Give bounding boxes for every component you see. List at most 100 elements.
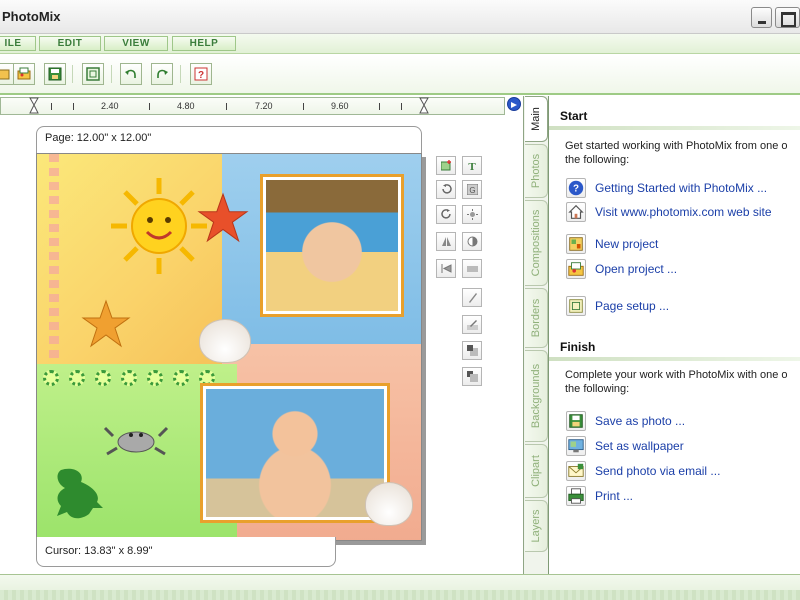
grayscale-icon: G [467, 184, 478, 195]
flower-icon [69, 370, 85, 386]
undo-button[interactable] [120, 63, 142, 85]
tab-clipart[interactable]: Clipart [525, 444, 548, 498]
title-bar: PhotoMix [0, 0, 800, 34]
tab-borders-label: Borders [530, 298, 542, 338]
edit-icon [467, 320, 478, 330]
tab-photos-label: Photos [530, 153, 542, 189]
add-photo-tool-button[interactable] [436, 156, 456, 175]
page-setup-label: Page setup ... [595, 299, 670, 313]
right-margin-marker-icon[interactable] [419, 97, 429, 115]
page-frame-button[interactable] [82, 63, 104, 85]
tab-layers-label: Layers [530, 509, 542, 543]
ruler-tick [73, 103, 74, 110]
seashell-clipart-icon[interactable] [199, 319, 251, 363]
ruler-label: 2.40 [101, 101, 119, 111]
start-section-title: Start [560, 109, 588, 123]
brightness-tool-button[interactable] [462, 205, 482, 224]
toolbar-separator [72, 65, 73, 83]
ruler-label: 4.80 [177, 101, 195, 111]
gecko-silhouette-icon[interactable] [51, 464, 107, 524]
finish-description-line2: the following: [565, 383, 630, 395]
flower-icon [121, 370, 137, 386]
save-button[interactable] [44, 63, 66, 85]
send-back-tool-button[interactable] [462, 367, 482, 386]
tab-clipart-label: Clipart [530, 455, 542, 487]
photo-frame-bottom[interactable] [200, 383, 390, 523]
cursor-position-label: Cursor: 13.83" x 8.99" [36, 537, 336, 567]
blur-tool-button[interactable] [462, 259, 482, 278]
vertical-tab-strip: Main Photos Compositions Borders Backgro… [523, 96, 548, 574]
rotate-right-icon [441, 209, 451, 219]
flip-tool-button[interactable] [436, 232, 456, 251]
sharpen-tool-button[interactable] [462, 288, 482, 307]
tab-borders[interactable]: Borders [525, 288, 548, 348]
new-project-label: New project [595, 237, 659, 251]
help-icon: ? [194, 67, 208, 81]
tab-backgrounds[interactable]: Backgrounds [525, 350, 548, 442]
page-size-label: Page: 12.00" x 12.00" [36, 126, 422, 156]
menu-view[interactable]: VIEW [104, 36, 168, 51]
redo-button[interactable] [151, 63, 173, 85]
tab-compositions[interactable]: Compositions [525, 200, 548, 286]
ruler-label: 9.60 [331, 101, 349, 111]
horizontal-ruler[interactable]: 2.40 4.80 7.20 9.60 [0, 97, 505, 115]
page-frame-icon [86, 67, 100, 81]
sharpen-icon [469, 293, 477, 303]
task-panel: Start Get started working with PhotoMix … [548, 96, 800, 574]
sun-clipart-icon[interactable] [109, 176, 209, 276]
ruler-tick [51, 103, 52, 110]
add-text-tool-button[interactable]: T [462, 156, 482, 175]
wallpaper-icon [566, 436, 586, 456]
add-text-icon: T [468, 161, 476, 171]
crab-clipart-icon[interactable] [103, 422, 169, 458]
menu-help[interactable]: HELP [172, 36, 236, 51]
bring-front-tool-button[interactable] [462, 341, 482, 360]
tab-compositions-label: Compositions [530, 209, 542, 277]
ruler-tick [149, 103, 150, 110]
open-photo-button[interactable] [0, 63, 14, 85]
tab-main[interactable]: Main [525, 96, 548, 142]
send-email-label: Send photo via email ... [595, 464, 721, 478]
finish-description-line1: Complete your work with PhotoMix with on… [565, 369, 788, 381]
panel-toggle-arrow-icon[interactable] [507, 97, 521, 111]
open-project-button[interactable] [13, 63, 35, 85]
contrast-icon [467, 236, 478, 247]
tab-photos[interactable]: Photos [525, 144, 548, 198]
menu-edit[interactable]: EDIT [39, 36, 101, 51]
rotate-left-tool-button[interactable] [436, 180, 456, 199]
red-starfish-icon[interactable] [197, 192, 249, 244]
rotate-right-tool-button[interactable] [436, 205, 456, 224]
photo-frame-top[interactable] [260, 174, 404, 317]
child-sunglasses-photo [266, 180, 398, 311]
ruler-tick [401, 103, 402, 110]
section-divider [549, 357, 800, 361]
mirror-tool-button[interactable] [436, 259, 456, 278]
redo-icon [157, 69, 168, 78]
blur-icon [467, 266, 478, 272]
left-margin-marker-icon[interactable] [29, 97, 39, 115]
flower-icon [95, 370, 111, 386]
contrast-tool-button[interactable] [462, 232, 482, 251]
set-wallpaper-label: Set as wallpaper [595, 439, 684, 453]
collage-canvas[interactable] [36, 153, 422, 541]
grayscale-tool-button[interactable]: G [462, 180, 482, 199]
print-label: Print ... [595, 489, 634, 503]
print-icon [566, 486, 586, 506]
seashell-clipart-icon[interactable] [365, 482, 413, 526]
menu-file[interactable]: ILE [0, 36, 36, 51]
toolbar: ? [0, 55, 800, 95]
ruler-tick [226, 103, 227, 110]
orange-starfish-icon[interactable] [81, 299, 131, 349]
tab-backgrounds-label: Backgrounds [530, 363, 542, 429]
edit-tool-button[interactable] [462, 315, 482, 334]
save-as-photo-label: Save as photo ... [595, 414, 686, 428]
minimize-button[interactable] [751, 7, 772, 28]
save-icon [48, 67, 62, 81]
maximize-button[interactable] [775, 7, 800, 28]
email-icon [566, 461, 586, 481]
tab-layers[interactable]: Layers [525, 500, 548, 552]
mirror-icon [441, 264, 452, 273]
ruler-label: 7.20 [255, 101, 273, 111]
toolbar-separator [180, 65, 181, 83]
help-button[interactable]: ? [190, 63, 212, 85]
